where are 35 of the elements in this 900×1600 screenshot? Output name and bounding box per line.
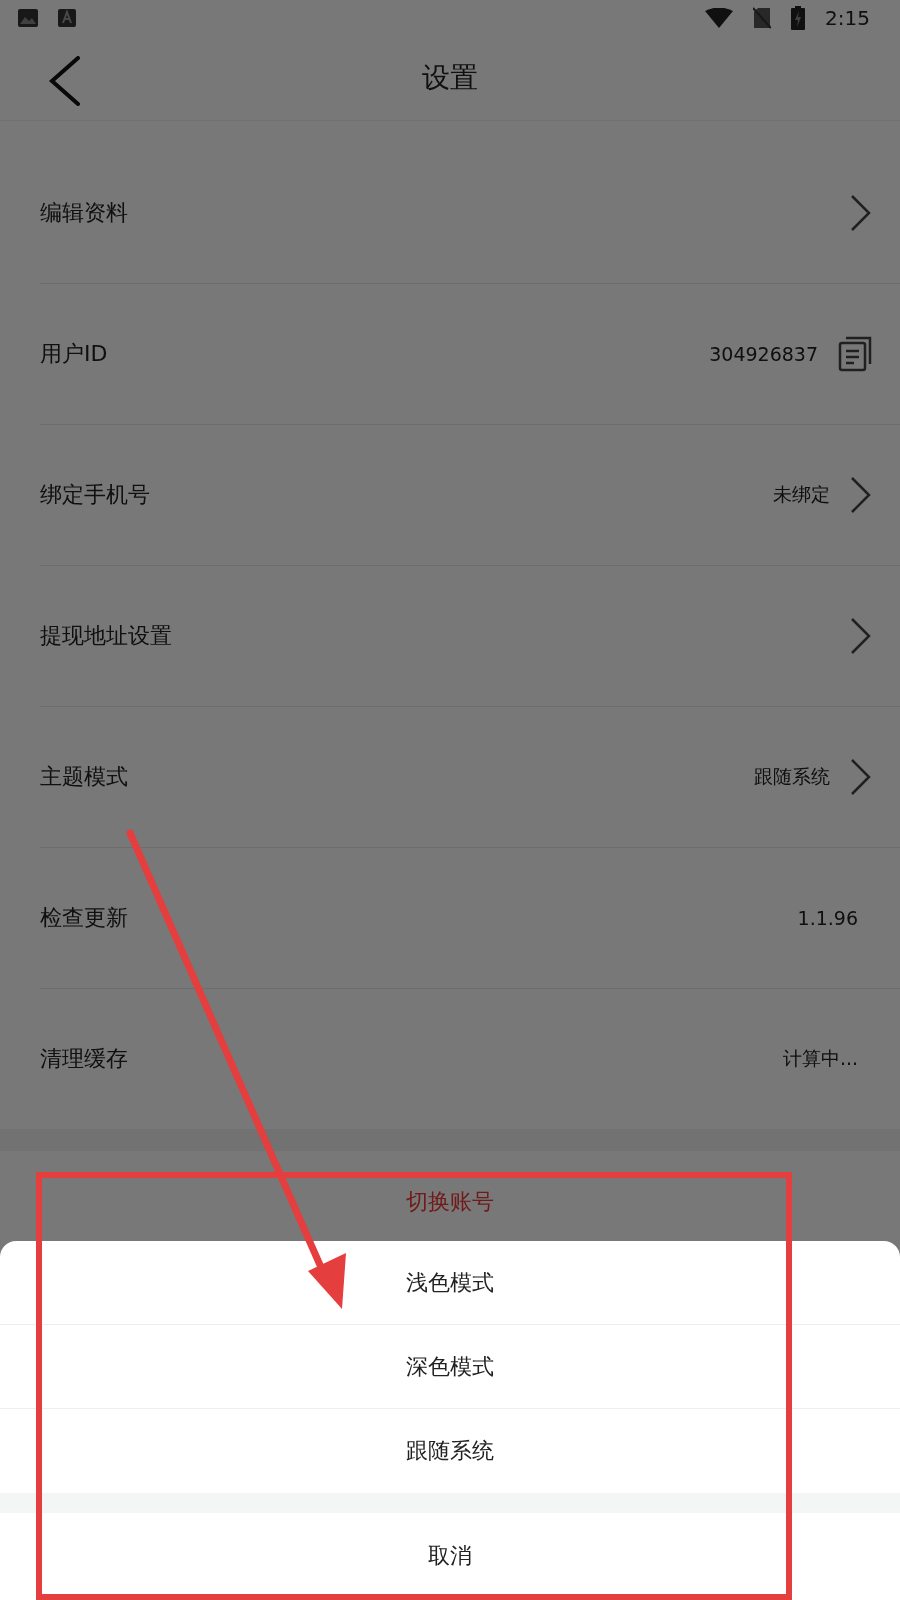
chevron-right-icon bbox=[850, 617, 872, 655]
copy-icon[interactable] bbox=[838, 336, 872, 372]
wifi-icon bbox=[705, 8, 734, 28]
row-value: 跟随系统 bbox=[754, 764, 830, 789]
font-icon bbox=[58, 9, 76, 27]
row-label: 用户ID bbox=[40, 340, 109, 368]
chevron-right-icon bbox=[850, 194, 872, 232]
row-label: 编辑资料 bbox=[40, 199, 129, 227]
no-sim-icon bbox=[753, 7, 772, 29]
settings-row[interactable]: 清理缓存 计算中... bbox=[40, 989, 900, 1129]
settings-row[interactable]: 主题模式 跟随系统 bbox=[40, 707, 900, 848]
settings-row[interactable]: 绑定手机号 未绑定 bbox=[40, 425, 900, 566]
status-time: 2:15 bbox=[825, 6, 870, 30]
row-label: 清理缓存 bbox=[40, 1045, 129, 1073]
settings-row[interactable]: 检查更新 1.1.96 bbox=[40, 848, 900, 989]
sheet-option[interactable]: 深色模式 bbox=[0, 1325, 900, 1409]
cancel-button[interactable]: 取消 bbox=[0, 1513, 900, 1599]
image-icon bbox=[18, 9, 38, 27]
row-value: 计算中... bbox=[782, 1046, 858, 1071]
settings-row[interactable]: 编辑资料 bbox=[40, 143, 900, 284]
sheet-option[interactable]: 跟随系统 bbox=[0, 1409, 900, 1493]
chevron-right-icon bbox=[850, 758, 872, 796]
row-label: 绑定手机号 bbox=[40, 481, 151, 509]
page-title: 设置 bbox=[422, 60, 478, 96]
back-icon[interactable] bbox=[48, 56, 82, 106]
settings-row[interactable]: 提现地址设置 bbox=[40, 566, 900, 707]
battery-charging-icon bbox=[791, 6, 806, 30]
row-value: 未绑定 bbox=[773, 482, 830, 507]
row-label: 检查更新 bbox=[40, 904, 129, 932]
row-label: 提现地址设置 bbox=[40, 622, 173, 650]
row-label: 主题模式 bbox=[40, 763, 129, 791]
settings-row[interactable]: 用户ID 304926837 bbox=[40, 284, 900, 425]
row-value: 304926837 bbox=[709, 343, 818, 365]
row-value: 1.1.96 bbox=[797, 907, 858, 929]
chevron-right-icon bbox=[850, 476, 872, 514]
